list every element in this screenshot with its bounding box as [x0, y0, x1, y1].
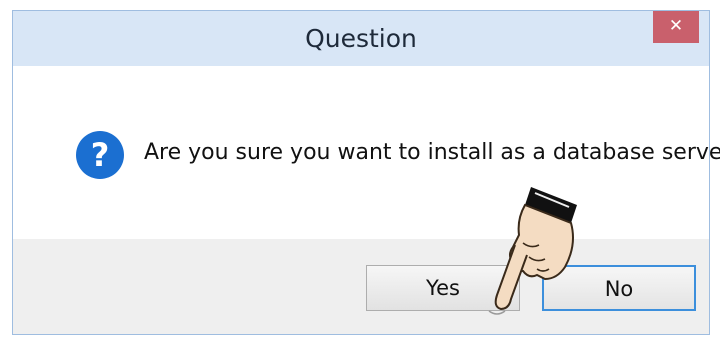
dialog-footer: Yes No: [13, 239, 709, 334]
question-icon: ?: [76, 131, 124, 179]
svg-text:?: ?: [91, 136, 110, 174]
title-bar[interactable]: Question ✕: [13, 11, 709, 66]
yes-button[interactable]: Yes: [366, 265, 520, 311]
dialog-title: Question: [305, 24, 417, 53]
close-button[interactable]: ✕: [653, 11, 699, 43]
question-dialog: Question ✕ ? Are you sure you want to in…: [12, 10, 720, 335]
dialog-message: Are you sure you want to install as a da…: [144, 140, 720, 165]
close-icon: ✕: [668, 16, 684, 36]
no-button[interactable]: No: [542, 265, 696, 311]
dialog-content: ? Are you sure you want to install as a …: [13, 66, 720, 239]
